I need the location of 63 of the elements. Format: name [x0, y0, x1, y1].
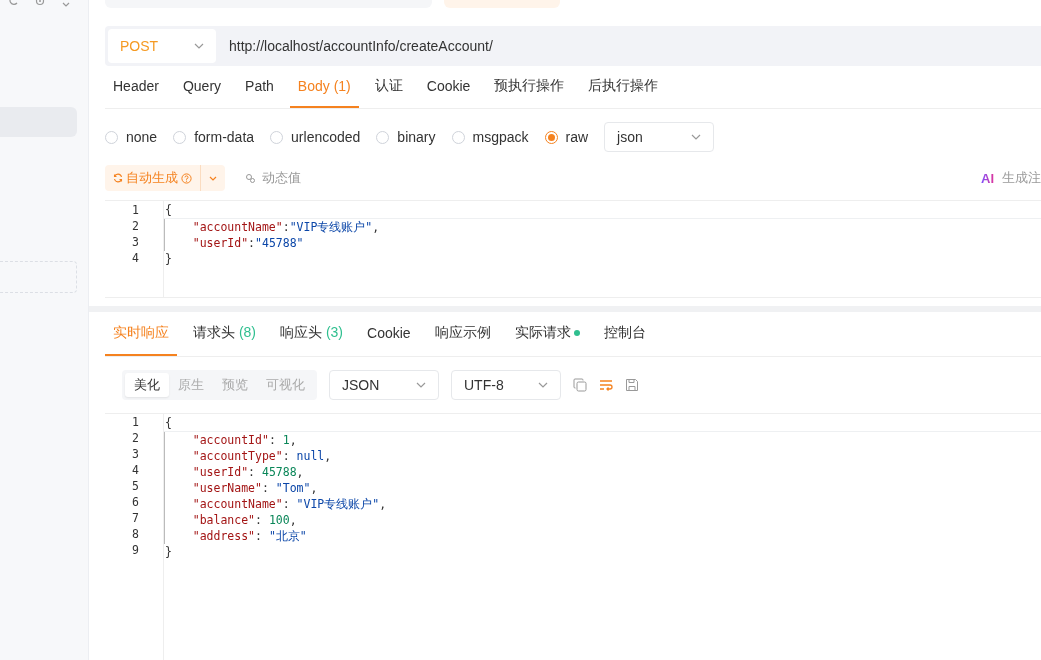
code-line: "accountId": 1,: [191, 433, 297, 447]
code-line: "accountName": "VIP专线账户",: [191, 497, 387, 511]
tab[interactable]: 后执行操作: [580, 66, 667, 108]
line-number: 2: [132, 431, 139, 445]
ai-generate-button[interactable]: AI 生成注: [981, 169, 1041, 187]
tab[interactable]: 响应头 (3): [272, 312, 352, 356]
radio-option[interactable]: urlencoded: [270, 129, 361, 145]
refresh-icon: [113, 173, 123, 183]
tab[interactable]: 实际请求: [506, 312, 588, 356]
code-line: "accountType": null,: [191, 449, 332, 463]
save-icon[interactable]: [625, 378, 639, 392]
radio-option[interactable]: form-data: [173, 129, 255, 145]
line-number: 9: [132, 543, 139, 557]
caret-icon: [209, 175, 217, 181]
line-number: 5: [132, 479, 139, 493]
line-number: 1: [132, 203, 139, 217]
code-line: "userId":"45788": [191, 236, 304, 250]
line-number: 7: [132, 511, 139, 525]
code-line: }: [165, 252, 172, 266]
line-number: 1: [132, 415, 139, 429]
chevron-down-icon: [194, 43, 204, 49]
request-editor[interactable]: 1 2 3 4 { "accountName":"VIP专线账户", "userId":"45788" }: [105, 200, 1041, 298]
tab[interactable]: 认证: [366, 66, 411, 108]
tab[interactable]: 响应示例: [426, 312, 499, 356]
content-type-select[interactable]: JSON: [329, 370, 439, 400]
tab[interactable]: Query: [174, 66, 230, 108]
variable-icon: [245, 172, 256, 184]
format-select[interactable]: json: [604, 122, 715, 152]
code-line: {: [165, 203, 172, 217]
tab[interactable]: 预执行操作: [486, 66, 573, 108]
tab[interactable]: Path: [237, 66, 282, 108]
code-line: "userName": "Tom",: [191, 481, 318, 495]
line-number: 4: [132, 463, 139, 477]
help-icon: [181, 172, 192, 184]
tab[interactable]: Cookie: [418, 66, 479, 108]
tab[interactable]: Cookie: [359, 312, 419, 356]
code-line: "accountName":"VIP专线账户",: [191, 220, 380, 234]
chevron-down-icon: [538, 382, 548, 388]
code-line: {: [165, 416, 172, 430]
wrap-icon[interactable]: [599, 378, 613, 392]
copy-icon[interactable]: [573, 378, 587, 392]
line-number: 2: [132, 219, 139, 233]
chevron-down-icon: [691, 134, 702, 140]
url-field[interactable]: http://localhost/accountInfo/createAccount/: [229, 38, 493, 54]
line-number: 4: [132, 251, 139, 265]
code-line: "userId": 45788,: [191, 465, 304, 479]
radio-option[interactable]: none: [105, 129, 158, 145]
radio-option[interactable]: binary: [376, 129, 436, 145]
view-mode-tab[interactable]: 美化: [125, 373, 169, 397]
line-number: 6: [132, 495, 139, 509]
encoding-select[interactable]: UTF-8: [451, 370, 561, 400]
line-number: 3: [132, 447, 139, 461]
code-line: "balance": 100,: [191, 513, 297, 527]
tab[interactable]: 请求头 (8): [185, 312, 264, 356]
tab[interactable]: 控制台: [595, 312, 654, 356]
line-number: 8: [132, 527, 139, 541]
radio-option[interactable]: raw: [544, 129, 589, 145]
chevron-down-icon: [416, 382, 426, 388]
code-line: }: [165, 545, 172, 559]
radio-option[interactable]: msgpack: [451, 129, 529, 145]
tab[interactable]: Header: [105, 66, 167, 108]
line-number: 3: [132, 235, 139, 249]
code-line: "address": "北京": [191, 529, 307, 543]
